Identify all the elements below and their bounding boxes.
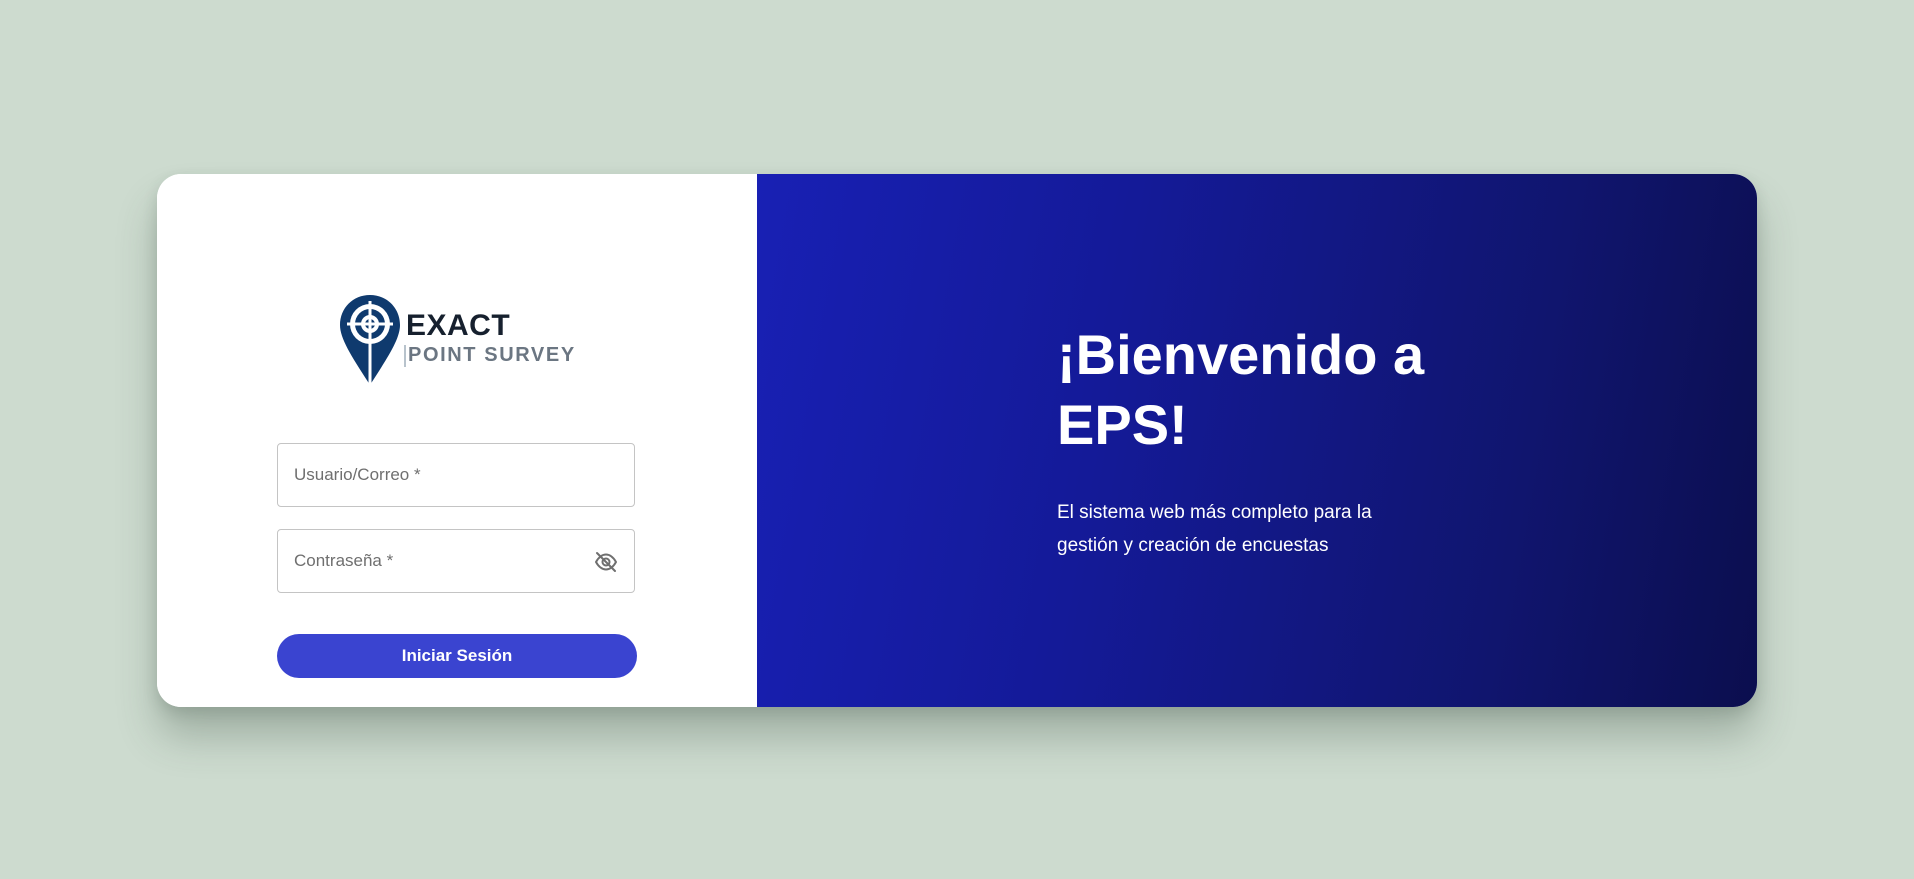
brand-divider: [404, 345, 406, 367]
welcome-panel: ¡Bienvenido a EPS! El sistema web más co…: [757, 174, 1757, 707]
password-input[interactable]: [278, 530, 634, 592]
welcome-subtitle: El sistema web más completo para la gest…: [1057, 502, 1372, 556]
login-panel: EXACT POINT SURVEY Iniciar Sesión: [157, 174, 757, 707]
brand-name-line2: POINT SURVEY: [408, 344, 576, 366]
brand-name-line1: EXACT: [406, 309, 511, 342]
eye-off-icon[interactable]: [594, 550, 618, 574]
brand-logo: EXACT POINT SURVEY: [338, 293, 578, 385]
map-pin-crosshair-icon: [340, 295, 400, 385]
password-field[interactable]: [277, 529, 635, 593]
username-input[interactable]: [278, 444, 634, 506]
login-button[interactable]: Iniciar Sesión: [277, 634, 637, 678]
username-field[interactable]: [277, 443, 635, 507]
welcome-title: ¡Bienvenido a EPS!: [1057, 323, 1425, 456]
login-card: EXACT POINT SURVEY Iniciar Sesión ¡Bienv…: [157, 174, 1757, 707]
